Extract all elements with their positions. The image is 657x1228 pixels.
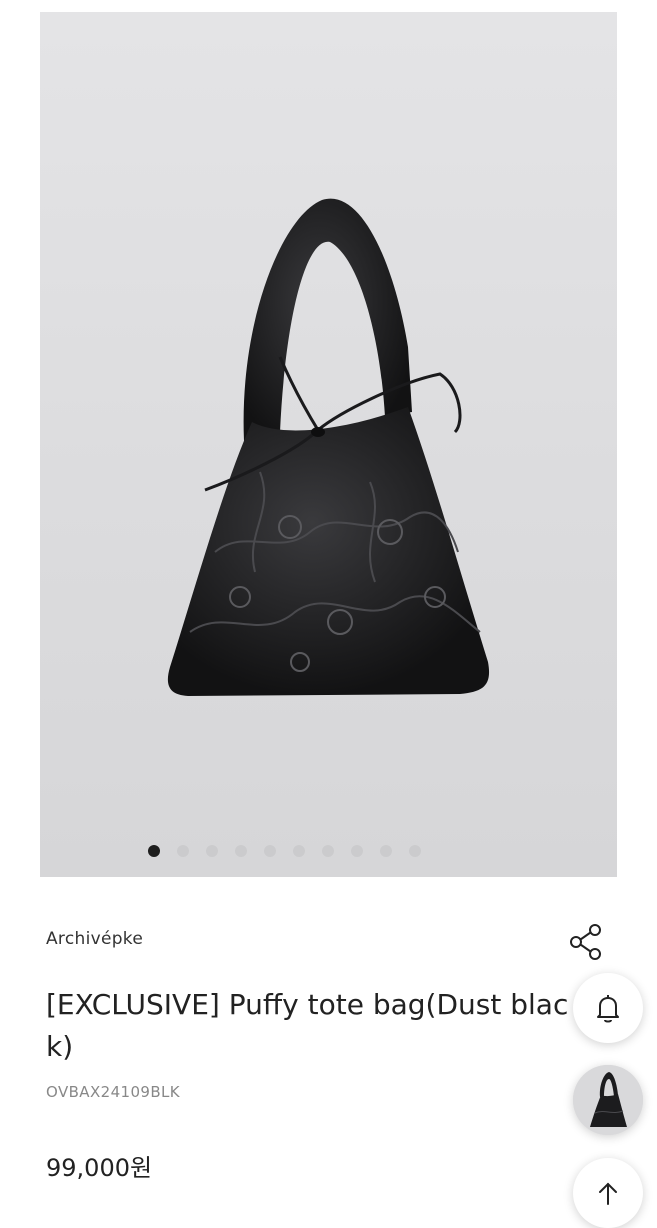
product-image <box>167 198 490 696</box>
carousel-dot[interactable] <box>176 845 189 857</box>
arrow-up-icon <box>599 1182 617 1205</box>
share-icon <box>570 924 601 960</box>
carousel-dot[interactable] <box>234 845 247 857</box>
carousel-pagination <box>40 845 617 857</box>
carousel-dot[interactable] <box>408 845 421 857</box>
product-image-carousel[interactable] <box>40 12 617 877</box>
carousel-dot[interactable] <box>147 845 160 857</box>
bell-icon <box>597 995 619 1023</box>
carousel-dot[interactable] <box>321 845 334 857</box>
product-title: [EXCLUSIVE] Puffy tote bag(Dust black) <box>46 988 569 1063</box>
carousel-dot[interactable] <box>263 845 276 857</box>
carousel-dot[interactable] <box>292 845 305 857</box>
recently-viewed-button[interactable] <box>573 1065 643 1135</box>
scroll-to-top-button[interactable] <box>573 1158 643 1228</box>
carousel-dot[interactable] <box>350 845 363 857</box>
product-thumbnail <box>573 1065 643 1135</box>
notification-button[interactable] <box>573 973 643 1043</box>
carousel-dot[interactable] <box>379 845 392 857</box>
product-code: OVBAX24109BLK <box>46 1083 181 1101</box>
brand-name[interactable]: Archivépke <box>46 929 143 949</box>
share-button[interactable] <box>565 921 607 963</box>
product-price: 99,000원 <box>46 1154 153 1182</box>
carousel-dot[interactable] <box>205 845 218 857</box>
